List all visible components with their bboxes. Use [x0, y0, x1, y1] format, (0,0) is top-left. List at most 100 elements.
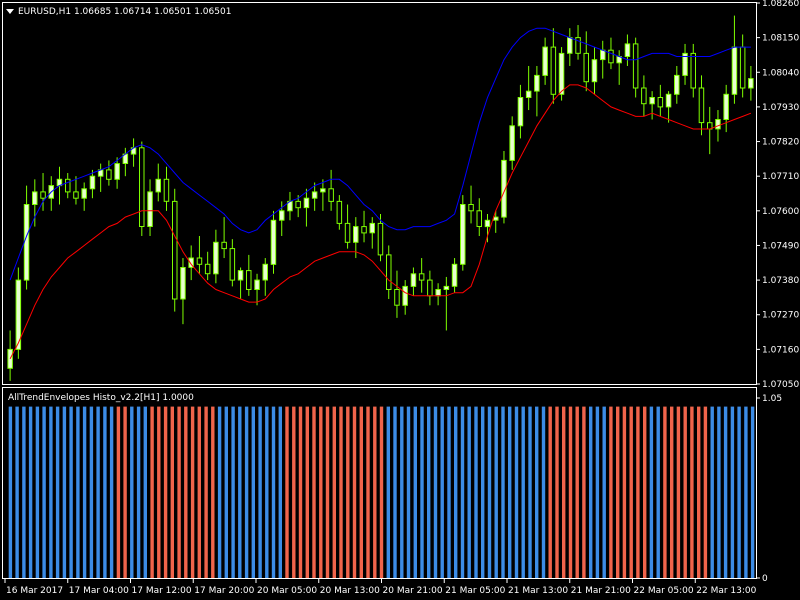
time-tick-label: 21 Mar 13:00: [508, 586, 568, 596]
histogram-bar-up: [730, 406, 735, 578]
histogram-bar-up: [130, 406, 134, 578]
histogram-bar-down: [163, 406, 168, 578]
histogram-bar-up: [28, 406, 33, 578]
bull-candle-body: [451, 263, 458, 287]
price-tick-label: 1.07490: [762, 241, 799, 251]
histogram-bar-down: [616, 406, 620, 578]
bull-candle-body: [32, 191, 38, 205]
histogram-bar-down: [285, 406, 289, 578]
histogram-bar-down: [339, 406, 343, 578]
bull-candle-body: [723, 93, 729, 121]
histogram-bar-up: [136, 406, 141, 578]
bear-candle-body: [40, 191, 46, 199]
histogram-bar-up: [143, 406, 147, 578]
price-tick-label: 1.07160: [762, 345, 799, 355]
bear-candle-body: [386, 254, 392, 290]
histogram-bar-up: [595, 406, 600, 578]
bull-candle-body: [353, 226, 359, 243]
bull-candle-body: [600, 49, 606, 61]
histogram-bar-down: [312, 406, 316, 578]
histogram-bar-up: [76, 406, 80, 578]
bear-candle-body: [690, 52, 696, 89]
price-tick-label: 1.07710: [762, 172, 799, 182]
histogram-bar-up: [69, 406, 73, 578]
time-tick-label: 21 Mar 05:00: [445, 586, 505, 596]
bull-candle-body: [517, 97, 524, 127]
time-tick-label: 22 Mar 13:00: [696, 586, 756, 596]
histogram-bar-up: [420, 406, 424, 578]
histogram-bar-up: [251, 406, 255, 578]
indicator-tick-label: 0: [762, 574, 768, 584]
time-tick-label: 20 Mar 05:00: [257, 586, 317, 596]
bull-candle-body: [649, 97, 655, 105]
time-tick-label: 21 Mar 21:00: [571, 586, 631, 596]
histogram-bar-up: [487, 406, 492, 578]
bull-candle-body: [493, 216, 499, 221]
histogram-bar-up: [528, 406, 532, 578]
histogram-bar-down: [379, 406, 384, 578]
histogram-bar-down: [190, 406, 195, 578]
histogram-bar-down: [670, 406, 674, 578]
indicator-title: AllTrendEnvelopes Histo_v2.2[H1] 1.0000: [8, 393, 194, 403]
bear-candle-body: [246, 270, 252, 291]
symbol-header: EURUSD,H1 1.06685 1.06714 1.06501 1.0650…: [18, 7, 231, 17]
histogram-bar-down: [636, 406, 640, 578]
bear-candle-body: [476, 210, 482, 228]
time-tick-label: 16 Mar 2017: [6, 586, 63, 596]
histogram-bar-up: [501, 406, 505, 578]
histogram-bar-down: [325, 406, 330, 578]
bear-candle-body: [394, 289, 400, 306]
bear-candle-body: [172, 200, 178, 300]
histogram-bar-up: [602, 406, 606, 578]
histogram-bar-down: [157, 406, 161, 578]
histogram-bar-up: [474, 406, 478, 578]
bull-candle-body: [320, 188, 326, 193]
bull-candle-body: [534, 74, 540, 92]
bear-candle-body: [163, 178, 170, 202]
bull-candle-body: [410, 273, 417, 287]
bull-candle-body: [525, 90, 532, 98]
bear-candle-body: [295, 200, 301, 209]
histogram-bar-up: [238, 406, 242, 578]
histogram-bar-up: [271, 406, 276, 578]
bull-candle-body: [460, 204, 466, 265]
mt4-chart-window: 1.08260 1.08150 1.08040 1.07930 1.07820 1.077…: [0, 0, 800, 600]
bear-candle-body: [698, 87, 705, 124]
time-tick-label: 20 Mar 21:00: [383, 586, 443, 596]
time-tick-label: 17 Mar 12:00: [132, 586, 192, 596]
histogram-bar-down: [629, 406, 633, 578]
histogram-bar-up: [535, 406, 539, 578]
histogram-bar-down: [663, 406, 667, 578]
bear-candle-body: [196, 257, 203, 265]
time-tick-label: 17 Mar 04:00: [69, 586, 129, 596]
histogram-bar-up: [15, 406, 19, 578]
bear-candle-body: [632, 43, 639, 89]
bear-candle-body: [583, 52, 589, 83]
histogram-bar-up: [96, 406, 100, 578]
histogram-bar-up: [231, 406, 235, 578]
bull-candle-body: [180, 267, 186, 300]
histogram-bar-down: [305, 406, 309, 578]
histogram-bar-up: [8, 406, 13, 578]
bull-candle-body: [254, 279, 260, 291]
histogram-bar-up: [224, 406, 228, 578]
bull-candle-body: [270, 219, 277, 265]
bull-candle-body: [402, 285, 408, 306]
histogram-bar-up: [447, 406, 451, 578]
histogram-bar-up: [103, 406, 107, 578]
price-tick-label: 1.08260: [762, 0, 799, 9]
bear-candle-body: [65, 178, 71, 193]
histogram-bar-down: [170, 406, 174, 578]
histogram-bar-down: [319, 406, 323, 578]
bear-candle-body: [468, 204, 474, 212]
histogram-bar-down: [555, 406, 559, 578]
bull-candle-body: [731, 46, 738, 95]
bull-candle-body: [748, 78, 754, 89]
bear-candle-body: [328, 188, 334, 202]
price-tick-label: 1.08040: [762, 68, 799, 78]
price-tick-label: 1.07050: [762, 380, 799, 390]
bull-candle-body: [484, 219, 491, 228]
bear-candle-body: [377, 222, 384, 256]
histogram-bar-up: [109, 406, 114, 578]
histogram-bar-up: [717, 406, 721, 578]
